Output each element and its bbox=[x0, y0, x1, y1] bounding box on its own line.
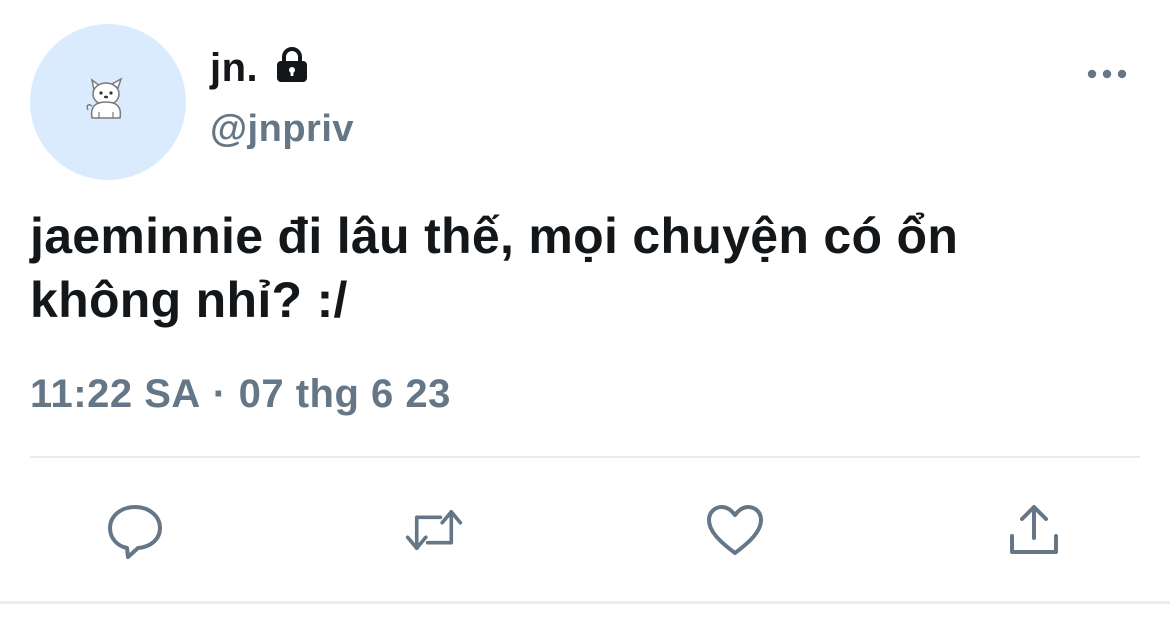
tweet-text-line: jaeminnie đi lâu thế, mọi chuyện có ổn bbox=[30, 208, 959, 264]
timestamp-separator: · bbox=[212, 372, 227, 416]
reply-icon bbox=[108, 505, 162, 559]
timestamp[interactable]: 11:22 SA · 07 thg 6 23 bbox=[30, 372, 451, 417]
tweet-date: 07 thg 6 23 bbox=[238, 372, 451, 416]
avatar[interactable] bbox=[30, 24, 186, 180]
heart-icon bbox=[707, 505, 763, 555]
share-icon bbox=[1010, 505, 1058, 554]
user-handle[interactable]: @jnpriv bbox=[210, 108, 354, 151]
lock-icon bbox=[272, 45, 312, 85]
tweet-text: jaeminnie đi lâu thế, mọi chuyện có ổn k… bbox=[30, 204, 1140, 332]
author-name-row: jn. bbox=[210, 40, 312, 96]
tweet-text-line: không nhỉ? :/ bbox=[30, 272, 348, 328]
retweet-icon bbox=[405, 510, 463, 551]
retweet-button[interactable] bbox=[404, 500, 464, 560]
reply-button[interactable] bbox=[105, 500, 165, 560]
display-name[interactable]: jn. bbox=[210, 46, 258, 91]
more-horizontal-icon[interactable] bbox=[1086, 64, 1128, 84]
divider bbox=[0, 601, 1170, 604]
like-button[interactable] bbox=[705, 500, 765, 560]
divider bbox=[30, 456, 1140, 458]
tweet-time: 11:22 SA bbox=[30, 372, 201, 416]
tweet-card: jn. @jnpriv jaeminnie đi lâu thế, mọi ch… bbox=[0, 0, 1170, 621]
share-button[interactable] bbox=[1004, 500, 1064, 560]
dog-icon bbox=[86, 77, 123, 119]
